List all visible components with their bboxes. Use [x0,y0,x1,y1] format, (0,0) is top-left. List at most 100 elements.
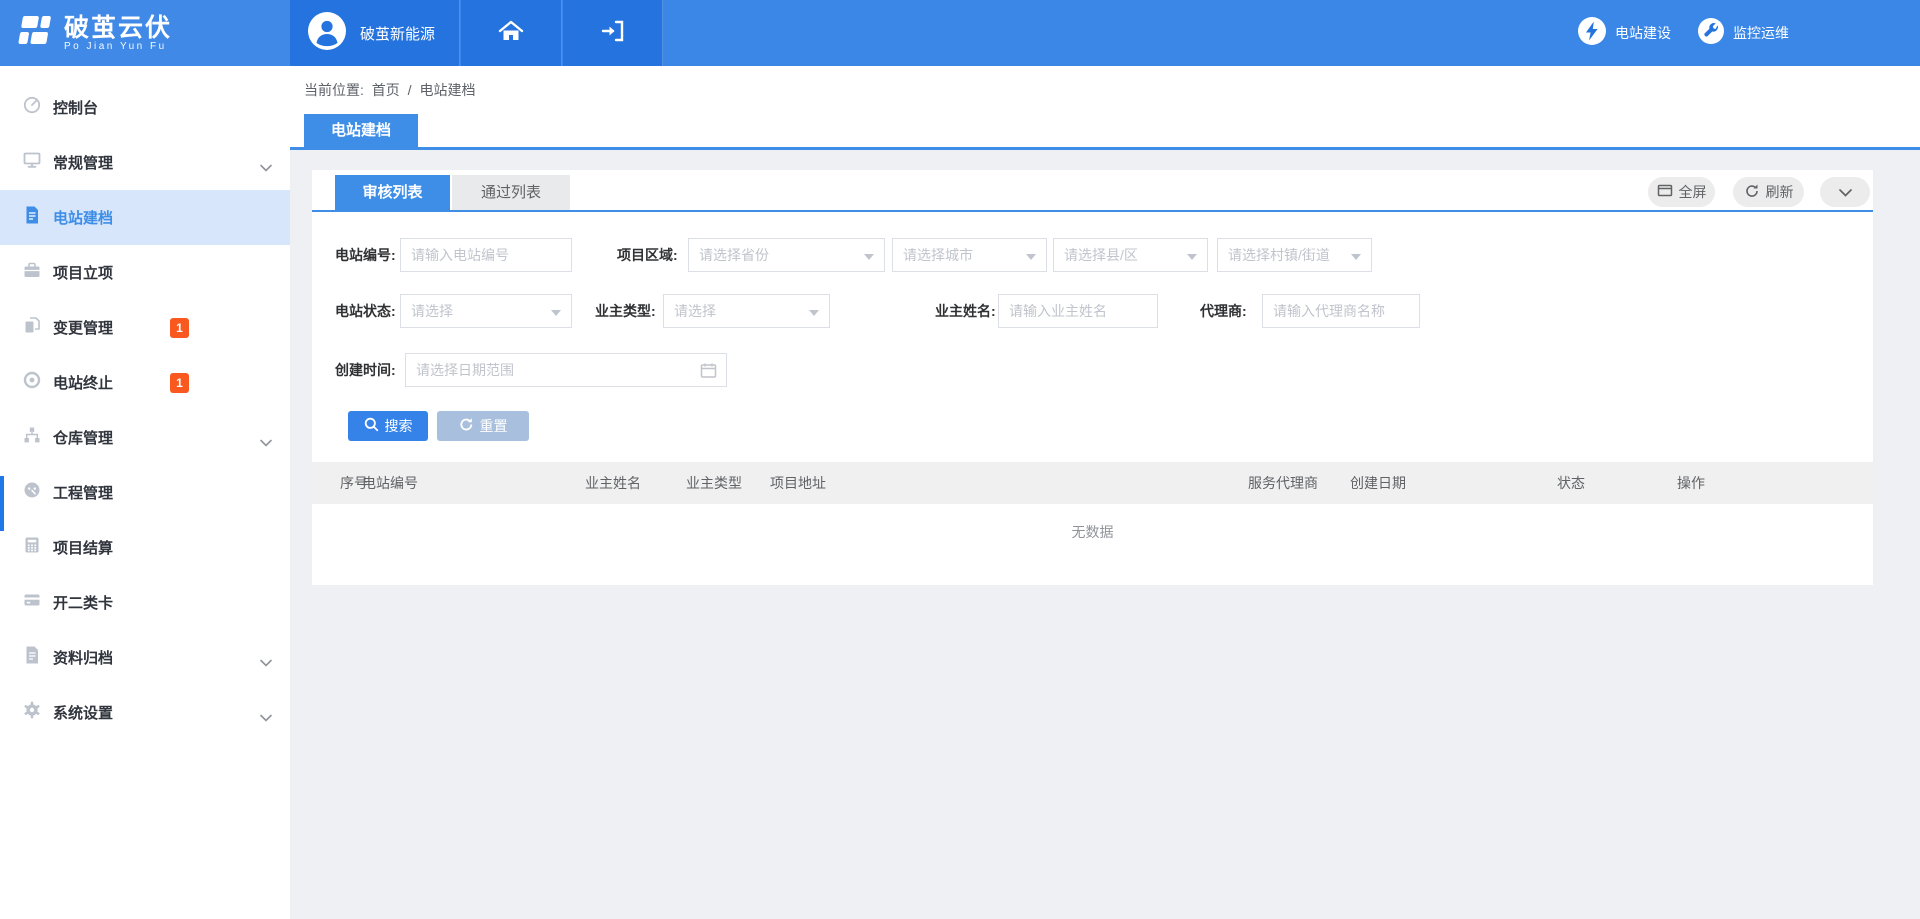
logout-button[interactable] [563,0,663,66]
archive-icon [22,645,42,670]
owner-name-input[interactable] [998,294,1158,328]
caret-down-icon [551,310,561,316]
sidebar-item-dashboard[interactable]: 控制台 [0,80,290,135]
nav-monitor-ops-label: 监控运维 [1733,23,1789,43]
table-header: 序号 电站编号 业主姓名 业主类型 项目地址 服务代理商 创建日期 状态 操作 [312,462,1873,504]
breadcrumb-home-link[interactable]: 首页 [372,82,400,98]
breadcrumb-prefix: 当前位置: [304,82,364,98]
sidebar-item-project-initiation[interactable]: 项目立项 [0,245,290,300]
reset-icon [459,417,474,435]
page-tab-underline [290,147,1920,150]
status-placeholder: 请选择 [411,303,453,319]
calculator-icon [22,535,42,560]
sidebar-item-warehouse-mgmt[interactable]: 仓库管理 [0,410,290,465]
fullscreen-label: 全屏 [1679,182,1707,202]
sidebar-scroll-indicator [0,476,4,531]
gear-icon [22,700,42,725]
collapse-button[interactable] [1820,177,1870,207]
company-name: 破茧新能源 [360,23,435,44]
nav-station-build[interactable]: 电站建设 [1578,0,1671,66]
table-empty-text: 无数据 [312,522,1873,542]
breadcrumb-separator: / [408,82,412,98]
sidebar-item-label: 仓库管理 [53,427,113,448]
tab-passed-list[interactable]: 通过列表 [452,175,570,210]
wrench-icon [1698,18,1724,49]
sidebar-item-label: 项目立项 [53,262,113,283]
stop-circle-icon [22,370,42,395]
agent-input[interactable] [1262,294,1420,328]
fullscreen-button[interactable]: 全屏 [1648,177,1715,207]
caret-down-icon [1187,254,1197,260]
notification-badge: 1 [170,318,189,338]
caret-down-icon [1026,254,1036,260]
agent-label: 代理商: [1200,294,1247,328]
brand-logo-icon [14,11,56,56]
col-owner-name: 业主姓名 [585,462,641,504]
notification-badge: 1 [170,373,189,393]
sidebar-item-engineering-mgmt[interactable]: 工程管理 [0,465,290,520]
search-label: 搜索 [385,416,413,436]
sidebar-item-label: 控制台 [53,97,98,118]
sidebar-item-data-archive[interactable]: 资料归档 [0,630,290,685]
station-no-input[interactable] [400,238,572,272]
sidebar-item-label: 电站终止 [53,372,113,393]
sidebar-item-label: 项目结算 [53,537,113,558]
owner-type-select[interactable]: 请选择 [663,294,830,328]
county-select[interactable]: 请选择县/区 [1053,238,1208,272]
col-agent: 服务代理商 [1248,462,1318,504]
card-icon [22,590,42,615]
sidebar-item-project-settlement[interactable]: 项目结算 [0,520,290,575]
owner-type-placeholder: 请选择 [674,303,716,319]
chevron-down-icon [260,654,272,672]
caret-down-icon [864,254,874,260]
dashboard-icon [22,95,42,120]
col-station-no: 电站编号 [362,462,418,504]
date-range-input[interactable] [405,353,727,387]
logout-icon [601,20,625,47]
chevron-down-icon [1839,184,1852,200]
user-menu[interactable]: 破茧新能源 [290,0,460,66]
sitemap-icon [22,425,42,450]
refresh-icon [1744,183,1760,202]
main-panel: 审核列表 通过列表 全屏 刷新 电站编号: 项目区域: 请选择省份 请选择城市 … [312,170,1873,585]
sidebar: 控制台 常规管理 电站建档 项目立项 变更管理 1 电站终止 1 仓库管理 工程… [0,66,290,919]
chevron-down-icon [260,434,272,452]
col-owner-type: 业主类型 [686,462,742,504]
nav-monitor-ops[interactable]: 监控运维 [1698,0,1789,66]
sidebar-item-label: 资料归档 [53,647,113,668]
sidebar-item-label: 开二类卡 [53,592,113,613]
page-tab-station-archive[interactable]: 电站建档 [304,114,418,147]
sidebar-item-label: 电站建档 [53,207,113,228]
search-button[interactable]: 搜索 [348,411,428,441]
station-status-select[interactable]: 请选择 [400,294,572,328]
owner-name-label: 业主姓名: [935,294,996,328]
reset-label: 重置 [480,416,508,436]
station-status-label: 电站状态: [335,294,396,328]
sidebar-item-change-mgmt[interactable]: 变更管理 1 [0,300,290,355]
reset-button[interactable]: 重置 [437,411,529,441]
sidebar-item-open-class2-card[interactable]: 开二类卡 [0,575,290,630]
sidebar-item-system-settings[interactable]: 系统设置 [0,685,290,740]
breadcrumb-strip [290,66,1920,147]
sidebar-item-label: 系统设置 [53,702,113,723]
fullscreen-icon [1657,183,1673,201]
town-placeholder: 请选择村镇/街道 [1228,247,1330,263]
sidebar-item-label: 工程管理 [53,482,113,503]
refresh-button[interactable]: 刷新 [1733,177,1804,207]
owner-type-label: 业主类型: [595,294,656,328]
breadcrumb-current: 电站建档 [419,82,475,98]
province-select[interactable]: 请选择省份 [688,238,885,272]
city-select[interactable]: 请选择城市 [892,238,1047,272]
sidebar-item-general-mgmt[interactable]: 常规管理 [0,135,290,190]
brand-subtitle: Po Jian Yun Fu [64,41,172,52]
col-status: 状态 [1557,462,1585,504]
sidebar-item-station-termination[interactable]: 电站终止 1 [0,355,290,410]
briefcase-icon [22,260,42,285]
chevron-down-icon [260,159,272,177]
home-button[interactable] [461,0,562,66]
tab-audit-list[interactable]: 审核列表 [335,175,450,210]
sidebar-item-station-archive[interactable]: 电站建档 [0,190,290,245]
town-select[interactable]: 请选择村镇/街道 [1217,238,1372,272]
gauge-icon [22,480,42,505]
top-header: 破茧云伏 Po Jian Yun Fu 破茧新能源 电站建设 监控运维 [0,0,1920,66]
